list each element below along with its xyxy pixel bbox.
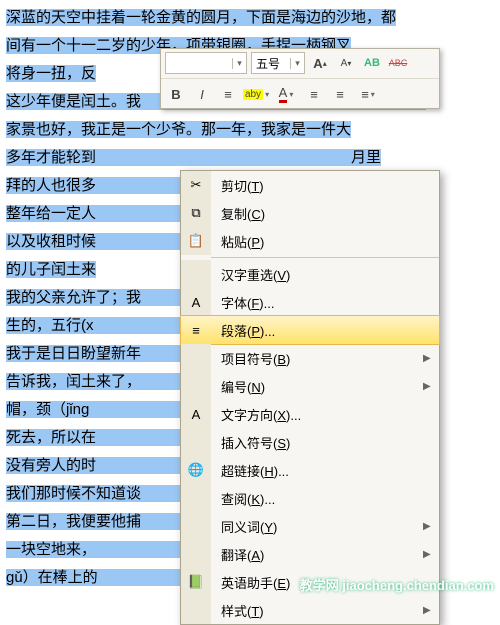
menu-label: 剪切(T) <box>211 176 439 195</box>
menu-icon <box>181 484 211 512</box>
menu-icon: 🌐 <box>181 456 211 484</box>
menu-label: 超链接(H)... <box>211 461 439 480</box>
menu-label: 粘贴(P) <box>211 232 439 251</box>
bullet-list-button[interactable]: ≡▾ <box>355 83 381 105</box>
menu-icon: A <box>181 288 211 316</box>
menu-item[interactable]: A文字方向(X)... <box>181 400 439 428</box>
bold-button[interactable]: B <box>165 83 187 105</box>
menu-item[interactable]: ≡段落(P)... <box>181 316 439 344</box>
menu-item[interactable]: 同义词(Y)▶ <box>181 512 439 540</box>
submenu-arrow-icon: ▶ <box>423 353 439 364</box>
menu-label: 复制(C) <box>211 204 439 223</box>
menu-icon <box>181 596 211 624</box>
menu-label: 翻译(A) <box>211 545 423 564</box>
menu-label: 插入符号(S) <box>211 433 439 452</box>
submenu-arrow-icon: ▶ <box>423 549 439 560</box>
menu-label: 样式(T) <box>211 601 423 620</box>
menu-item[interactable]: 汉字重选(V) <box>181 260 439 288</box>
menu-icon <box>181 344 211 372</box>
size-combo[interactable]: 五号▾ <box>251 52 305 74</box>
align-button[interactable]: ≡ <box>217 83 239 105</box>
menu-item[interactable]: 翻译(A)▶ <box>181 540 439 568</box>
menu-item[interactable]: 🌐超链接(H)... <box>181 456 439 484</box>
text-line: 多年才能轮到 月里 <box>6 144 494 172</box>
menu-label: 汉字重选(V) <box>211 265 439 284</box>
menu-label: 编号(N) <box>211 377 423 396</box>
styles-button[interactable]: AB <box>361 52 383 74</box>
menu-label: 同义词(Y) <box>211 517 423 536</box>
menu-label: 查阅(K)... <box>211 489 439 508</box>
font-combo[interactable]: ▾ <box>165 52 247 74</box>
menu-icon <box>181 372 211 400</box>
context-menu: ✂剪切(T)⧉复制(C)📋粘贴(P)汉字重选(V)A字体(F)...≡段落(P)… <box>180 170 440 625</box>
submenu-arrow-icon: ▶ <box>423 605 439 616</box>
menu-icon: ✂ <box>181 171 211 199</box>
shrink-font-button[interactable]: A▾ <box>335 52 357 74</box>
clear-format-button[interactable]: ABC <box>387 52 409 74</box>
mini-toolbar: ▾ 五号▾ A▴ A▾ AB ABC B I ≡ aby▾ A▾ ≡ ≡ ≡▾ <box>160 48 440 109</box>
highlight-button[interactable]: aby▾ <box>243 83 269 105</box>
menu-icon <box>181 260 211 288</box>
submenu-arrow-icon: ▶ <box>423 521 439 532</box>
menu-icon: 📋 <box>181 227 211 255</box>
font-color-button[interactable]: A▾ <box>273 83 299 105</box>
menu-item[interactable]: 查阅(K)... <box>181 484 439 512</box>
menu-item[interactable]: 编号(N)▶ <box>181 372 439 400</box>
text-line: 家景也好，我正是一个少爷。那一年，我家是一件大 <box>6 116 494 144</box>
submenu-arrow-icon: ▶ <box>423 381 439 392</box>
menu-item[interactable]: ✂剪切(T) <box>181 171 439 199</box>
grow-font-button[interactable]: A▴ <box>309 52 331 74</box>
menu-item[interactable]: A字体(F)... <box>181 288 439 316</box>
menu-label: 文字方向(X)... <box>211 405 439 424</box>
menu-item[interactable]: 插入符号(S) <box>181 428 439 456</box>
watermark: 教学网 jiaocheng.chendian.com <box>300 575 494 594</box>
menu-item[interactable]: 项目符号(B)▶ <box>181 344 439 372</box>
menu-item[interactable]: 📋粘贴(P) <box>181 227 439 255</box>
menu-icon: ≡ <box>181 316 211 344</box>
menu-icon: ⧉ <box>181 199 211 227</box>
menu-label: 字体(F)... <box>211 293 439 312</box>
menu-item[interactable]: ⧉复制(C) <box>181 199 439 227</box>
italic-button[interactable]: I <box>191 83 213 105</box>
menu-icon <box>181 428 211 456</box>
text-line: 深蓝的天空中挂着一轮金黄的圆月，下面是海边的沙地，都 <box>6 4 494 32</box>
menu-item[interactable]: 样式(T)▶ <box>181 596 439 624</box>
menu-icon <box>181 540 211 568</box>
increase-indent-button[interactable]: ≡ <box>329 83 351 105</box>
menu-label: 项目符号(B) <box>211 349 423 368</box>
decrease-indent-button[interactable]: ≡ <box>303 83 325 105</box>
menu-icon <box>181 512 211 540</box>
menu-separator <box>211 257 439 258</box>
menu-icon: A <box>181 400 211 428</box>
menu-label: 段落(P)... <box>211 321 439 340</box>
menu-icon: 📗 <box>181 568 211 596</box>
